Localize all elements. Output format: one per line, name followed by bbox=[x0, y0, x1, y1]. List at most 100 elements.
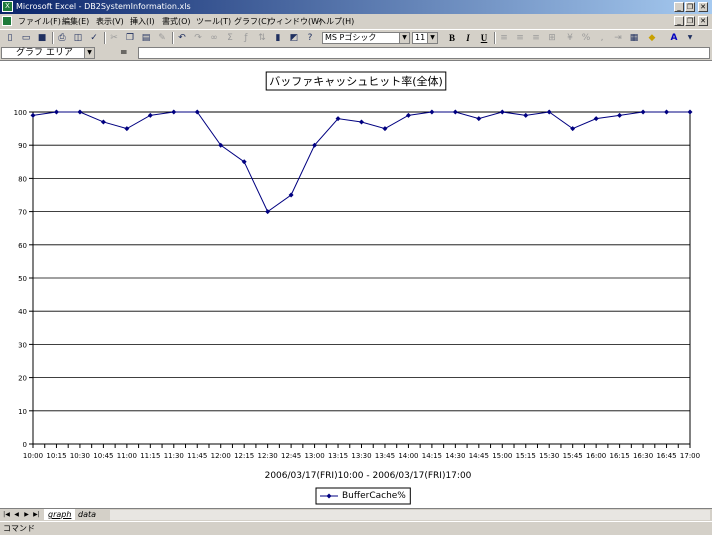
menu-window[interactable]: ウィンドウ(W) bbox=[268, 16, 322, 27]
close-button[interactable]: ✕ bbox=[698, 2, 708, 12]
prev-sheet-icon[interactable]: ◀ bbox=[12, 510, 21, 520]
data-point[interactable] bbox=[30, 112, 36, 118]
chart-wizard-icon[interactable]: ▮ bbox=[272, 32, 284, 44]
undo-icon[interactable]: ↶ bbox=[176, 32, 188, 44]
data-point[interactable] bbox=[359, 119, 364, 125]
menu-view[interactable]: 表示(V) bbox=[96, 16, 124, 27]
comma-icon[interactable]: , bbox=[596, 32, 608, 44]
percent-icon[interactable]: % bbox=[580, 32, 592, 44]
status-bar: コマンド bbox=[0, 521, 712, 535]
edit-formula-button[interactable]: = bbox=[120, 48, 128, 58]
font-name-select[interactable]: MS Pゴシック ▼ bbox=[322, 32, 410, 44]
minimize-button[interactable]: _ bbox=[674, 2, 684, 12]
restore-button[interactable]: ❐ bbox=[685, 2, 695, 12]
data-point[interactable] bbox=[664, 109, 670, 115]
align-center-icon[interactable]: ≡ bbox=[514, 32, 526, 44]
menu-insert[interactable]: 挿入(I) bbox=[130, 16, 155, 27]
underline-button[interactable]: U bbox=[478, 32, 490, 44]
align-right-icon[interactable]: ≡ bbox=[530, 32, 542, 44]
legend[interactable]: BufferCache% bbox=[315, 487, 411, 505]
chevron-down-icon[interactable]: ▼ bbox=[427, 33, 437, 43]
cut-icon[interactable]: ✂ bbox=[108, 32, 120, 44]
align-left-icon[interactable]: ≡ bbox=[498, 32, 510, 44]
borders-icon[interactable]: ▦ bbox=[628, 32, 640, 44]
italic-button[interactable]: I bbox=[462, 32, 474, 44]
hyperlink-icon[interactable]: ∞ bbox=[208, 32, 220, 44]
first-sheet-icon[interactable]: |◀ bbox=[2, 510, 11, 520]
workbook-icon[interactable] bbox=[2, 16, 12, 26]
excel-icon[interactable]: X bbox=[2, 1, 13, 12]
merge-center-icon[interactable]: ⊞ bbox=[546, 32, 558, 44]
paste-icon[interactable]: ▤ bbox=[140, 32, 152, 44]
data-point[interactable] bbox=[77, 109, 83, 115]
bold-button[interactable]: B bbox=[446, 32, 458, 44]
font-color-icon[interactable]: A bbox=[668, 32, 680, 44]
tab-data[interactable]: data bbox=[74, 509, 100, 520]
x-tick-label: 12:30 bbox=[258, 452, 278, 460]
menu-help[interactable]: ヘルプ(H) bbox=[318, 16, 354, 27]
chevron-down-icon[interactable]: ▼ bbox=[84, 48, 94, 58]
data-point[interactable] bbox=[640, 109, 646, 115]
formula-input[interactable] bbox=[138, 47, 710, 59]
save-icon[interactable]: ■ bbox=[36, 32, 48, 44]
name-box[interactable]: グラフ エリア ▼ bbox=[1, 47, 95, 59]
data-point[interactable] bbox=[405, 112, 411, 118]
next-sheet-icon[interactable]: ▶ bbox=[22, 510, 31, 520]
data-point[interactable] bbox=[452, 109, 458, 115]
line-chart[interactable]: 0 10 20 30 40 50 60 70 80 90 100 10:00 10:15 10:30 10… bbox=[0, 61, 712, 508]
data-point[interactable] bbox=[617, 112, 623, 118]
print-icon[interactable]: ⎙ bbox=[56, 32, 68, 44]
function-icon[interactable]: ƒ bbox=[240, 32, 252, 44]
currency-icon[interactable]: ¥ bbox=[564, 32, 576, 44]
spellcheck-icon[interactable]: ✓ bbox=[88, 32, 100, 44]
menu-file[interactable]: ファイル(F) bbox=[18, 16, 61, 27]
sort-icon[interactable]: ⇅ bbox=[256, 32, 268, 44]
chart-title[interactable]: バッファキャッシュヒット率(全体) bbox=[269, 74, 443, 88]
x-axis-title[interactable]: 2006/03/17(FRI)10:00 - 2006/03/17(FRI)17… bbox=[265, 471, 472, 481]
autosum-icon[interactable]: Σ bbox=[224, 32, 236, 44]
chart-area[interactable]: 0 10 20 30 40 50 60 70 80 90 100 10:00 10:15 10:30 10… bbox=[0, 61, 712, 508]
data-point[interactable] bbox=[147, 112, 153, 118]
new-file-icon[interactable]: ▯ bbox=[4, 32, 16, 44]
x-tick-label: 10:45 bbox=[93, 452, 113, 460]
data-point[interactable] bbox=[687, 109, 693, 115]
data-point[interactable] bbox=[429, 109, 435, 115]
font-name-value: MS Pゴシック bbox=[325, 33, 377, 42]
menu-edit[interactable]: 編集(E) bbox=[62, 16, 89, 27]
data-point[interactable] bbox=[593, 116, 599, 122]
chevron-down-icon[interactable]: ▼ bbox=[684, 32, 696, 44]
data-point[interactable] bbox=[124, 126, 130, 132]
data-point[interactable] bbox=[53, 109, 59, 115]
horizontal-scrollbar[interactable] bbox=[110, 510, 710, 520]
x-tick-label: 16:00 bbox=[586, 452, 606, 460]
font-size-select[interactable]: 11 ▼ bbox=[412, 32, 438, 44]
doc-minimize-button[interactable]: _ bbox=[674, 16, 684, 26]
open-folder-icon[interactable]: ▭ bbox=[20, 32, 32, 44]
format-painter-icon[interactable]: ✎ bbox=[156, 32, 168, 44]
doc-restore-button[interactable]: ❐ bbox=[685, 16, 695, 26]
data-point[interactable] bbox=[382, 126, 388, 132]
sheet-tabs-bar: |◀ ◀ ▶ ▶| graph data bbox=[0, 508, 712, 521]
doc-close-button[interactable]: ✕ bbox=[698, 16, 708, 26]
series-line-path[interactable] bbox=[32, 111, 690, 213]
data-point[interactable] bbox=[171, 109, 177, 115]
help-icon[interactable]: ? bbox=[304, 32, 316, 44]
fill-color-icon[interactable]: ◆ bbox=[646, 32, 658, 44]
indent-icon[interactable]: ⇥ bbox=[612, 32, 624, 44]
tab-graph[interactable]: graph bbox=[44, 509, 76, 520]
redo-icon[interactable]: ↷ bbox=[192, 32, 204, 44]
chevron-down-icon[interactable]: ▼ bbox=[399, 33, 409, 43]
data-point[interactable] bbox=[499, 109, 505, 115]
window-title: Microsoft Excel - DB2SystemInformation.x… bbox=[16, 2, 191, 11]
data-point[interactable] bbox=[100, 119, 106, 125]
menu-chart[interactable]: グラフ(C) bbox=[234, 16, 270, 27]
menu-format[interactable]: 書式(O) bbox=[162, 16, 191, 27]
drawing-icon[interactable]: ◩ bbox=[288, 32, 300, 44]
print-preview-icon[interactable]: ◫ bbox=[72, 32, 84, 44]
data-point[interactable] bbox=[476, 116, 482, 122]
copy-icon[interactable]: ❐ bbox=[124, 32, 136, 44]
title-bar: X Microsoft Excel - DB2SystemInformation… bbox=[0, 0, 712, 14]
data-point[interactable] bbox=[523, 112, 529, 118]
last-sheet-icon[interactable]: ▶| bbox=[32, 510, 41, 520]
menu-tools[interactable]: ツール(T) bbox=[196, 16, 231, 27]
